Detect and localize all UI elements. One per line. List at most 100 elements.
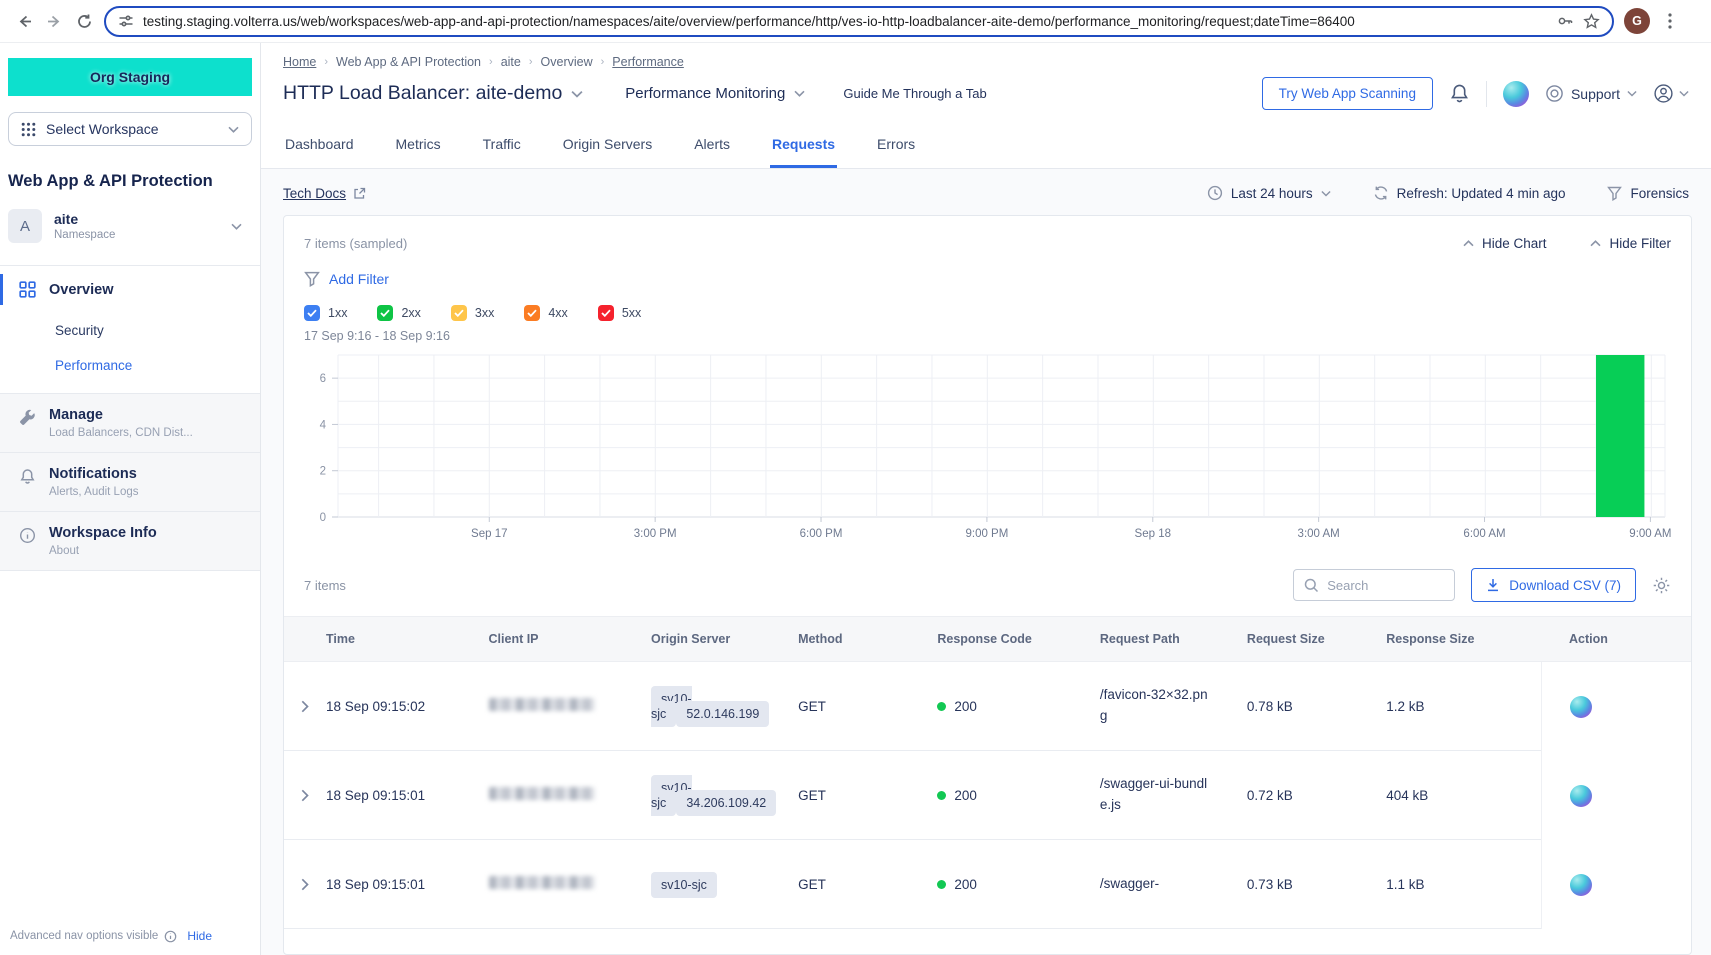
forward-icon[interactable]: [44, 11, 64, 31]
browser-profile-avatar[interactable]: G: [1624, 8, 1650, 34]
breadcrumb-waap[interactable]: Web App & API Protection: [336, 55, 481, 69]
checkbox-checked-icon[interactable]: [451, 305, 467, 321]
status-filter-3xx[interactable]: 3xx: [451, 305, 494, 321]
back-icon[interactable]: [14, 11, 34, 31]
col-action: Action: [1569, 632, 1608, 646]
col-response-code: Response Code: [937, 632, 1100, 646]
expand-row-icon[interactable]: [284, 878, 326, 891]
cell-response-code: 200: [954, 877, 977, 892]
support-menu[interactable]: Support: [1545, 84, 1637, 103]
col-request-size: Request Size: [1247, 632, 1386, 646]
load-balancer-selector[interactable]: HTTP Load Balancer: aite-demo: [283, 82, 583, 105]
col-method: Method: [798, 632, 937, 646]
org-banner[interactable]: Org Staging: [8, 58, 252, 96]
tab-traffic[interactable]: Traffic: [481, 122, 523, 168]
client-ip-redacted: [489, 698, 595, 711]
refresh-icon: [1373, 185, 1389, 201]
svg-text:0: 0: [320, 512, 326, 524]
svg-text:9:00 AM: 9:00 AM: [1629, 528, 1671, 540]
expand-row-icon[interactable]: [284, 789, 326, 802]
tab-origin-servers[interactable]: Origin Servers: [561, 122, 654, 168]
forensics-control[interactable]: Forensics: [1607, 186, 1689, 201]
clock-icon: [1207, 185, 1223, 201]
col-response-size: Response Size: [1386, 632, 1541, 646]
breadcrumb-performance[interactable]: Performance: [612, 55, 684, 69]
chevron-down-icon: [571, 90, 583, 98]
bookmark-star-icon[interactable]: [1583, 13, 1600, 30]
col-client-ip: Client IP: [489, 632, 652, 646]
search-input[interactable]: [1327, 578, 1444, 593]
checkbox-checked-icon[interactable]: [524, 305, 540, 321]
time-range-selector[interactable]: Last 24 hours: [1207, 185, 1331, 201]
cell-response-size: 1.1 kB: [1386, 877, 1541, 892]
cell-request-path: /swagger-: [1100, 874, 1218, 895]
tab-errors[interactable]: Errors: [875, 122, 917, 168]
namespace-type: Namespace: [54, 229, 115, 241]
workspace-selector[interactable]: Select Workspace: [8, 112, 252, 146]
expand-row-icon[interactable]: [284, 700, 326, 713]
requests-table: Time Client IP Origin Server Method Resp…: [284, 616, 1691, 929]
address-bar[interactable]: testing.staging.volterra.us/web/workspac…: [104, 6, 1614, 37]
sidebar-item-manage[interactable]: Manage Load Balancers, CDN Dist...: [0, 393, 260, 453]
sidebar-item-label: Notifications: [49, 466, 139, 482]
checkbox-checked-icon[interactable]: [377, 305, 393, 321]
workspace-title: Web App & API Protection: [0, 146, 260, 191]
sidebar-item-workspace-info[interactable]: Workspace Info About: [0, 512, 260, 571]
hide-chart-toggle[interactable]: Hide Chart: [1463, 236, 1547, 251]
password-key-icon[interactable]: [1556, 12, 1574, 30]
breadcrumb-namespace[interactable]: aite: [501, 55, 521, 69]
chevron-up-icon: [1590, 240, 1601, 247]
browser-menu-icon[interactable]: [1660, 11, 1680, 31]
breadcrumb-home[interactable]: Home: [283, 55, 316, 69]
checkbox-checked-icon[interactable]: [304, 305, 320, 321]
download-csv-label: Download CSV (7): [1509, 578, 1621, 593]
guide-me-link[interactable]: Guide Me Through a Tab: [843, 86, 986, 101]
view-selector[interactable]: Performance Monitoring: [625, 85, 805, 102]
chevron-down-icon: [228, 126, 239, 133]
tech-docs-link[interactable]: Tech Docs: [283, 186, 366, 201]
sidebar-item-security[interactable]: Security: [0, 313, 260, 348]
sidebar-item-notifications[interactable]: Notifications Alerts, Audit Logs: [0, 453, 260, 512]
sidebar-item-performance[interactable]: Performance: [0, 348, 260, 393]
row-action-button[interactable]: [1570, 874, 1592, 896]
tab-metrics[interactable]: Metrics: [394, 122, 443, 168]
reload-icon[interactable]: [74, 11, 94, 31]
site-info-icon[interactable]: [118, 13, 134, 29]
namespace-selector[interactable]: A aite Namespace: [8, 209, 252, 259]
info-icon: [164, 930, 177, 943]
try-web-app-scanning-button[interactable]: Try Web App Scanning: [1262, 77, 1433, 110]
status-filter-2xx[interactable]: 2xx: [377, 305, 420, 321]
add-filter-button[interactable]: Add Filter: [304, 271, 1671, 287]
support-label: Support: [1571, 86, 1620, 102]
url-text[interactable]: testing.staging.volterra.us/web/workspac…: [143, 14, 1547, 29]
table-settings-gear-icon[interactable]: [1652, 576, 1671, 595]
status-filter-1xx[interactable]: 1xx: [304, 305, 347, 321]
tab-requests[interactable]: Requests: [770, 122, 837, 168]
status-filter-4xx[interactable]: 4xx: [524, 305, 567, 321]
chevron-up-icon: [1463, 240, 1474, 247]
chevron-down-icon: [1321, 190, 1331, 197]
org-sphere-avatar[interactable]: [1503, 81, 1529, 107]
notifications-bell-icon[interactable]: [1449, 83, 1470, 104]
sidebar-item-overview[interactable]: Overview: [0, 266, 260, 313]
status-filter-5xx[interactable]: 5xx: [598, 305, 641, 321]
refresh-control[interactable]: Refresh: Updated 4 min ago: [1373, 185, 1566, 201]
account-menu[interactable]: [1653, 83, 1689, 104]
tab-dashboard[interactable]: Dashboard: [283, 122, 356, 168]
hide-filter-toggle[interactable]: Hide Filter: [1590, 236, 1671, 251]
status-class-filters: 1xx 2xx 3xx 4xx 5xx: [304, 305, 1671, 321]
tab-alerts[interactable]: Alerts: [692, 122, 732, 168]
download-csv-button[interactable]: Download CSV (7): [1471, 568, 1636, 602]
row-action-button[interactable]: [1570, 696, 1592, 718]
status-ok-dot: [937, 702, 946, 711]
checkbox-checked-icon[interactable]: [598, 305, 614, 321]
page-title: HTTP Load Balancer: aite-demo: [283, 82, 562, 105]
cell-response-size: 1.2 kB: [1386, 699, 1541, 714]
sidebar-footer: Advanced nav options visible Hide: [0, 919, 260, 955]
breadcrumb-overview[interactable]: Overview: [541, 55, 593, 69]
cell-method: GET: [798, 788, 937, 803]
hide-advanced-nav-link[interactable]: Hide: [187, 929, 212, 943]
overview-grid-icon: [19, 281, 36, 298]
breadcrumb: Home› Web App & API Protection› aite› Ov…: [283, 55, 1689, 69]
row-action-button[interactable]: [1570, 785, 1592, 807]
